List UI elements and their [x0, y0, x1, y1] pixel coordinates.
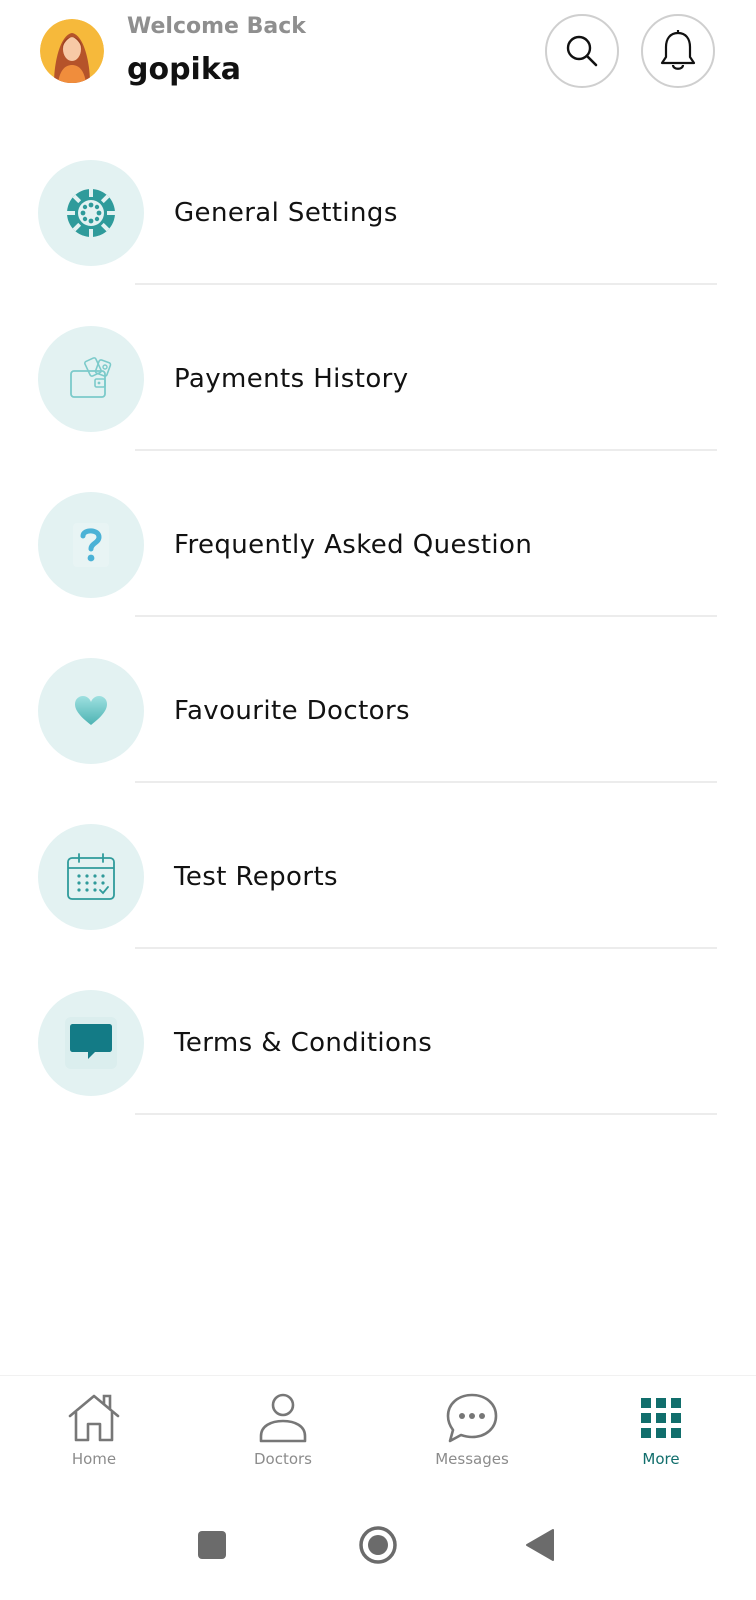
nav-label: More [642, 1450, 680, 1468]
bottom-nav: Home Doctors Messages More [0, 1375, 756, 1491]
question-icon [73, 523, 109, 567]
avatar[interactable] [40, 19, 104, 83]
nav-doctors[interactable]: Doctors [223, 1392, 343, 1478]
menu-label: General Settings [174, 198, 398, 228]
home-system-button[interactable] [354, 1515, 402, 1575]
menu-label: Payments History [174, 364, 409, 394]
menu-list: General Settings Payments History Freque… [0, 160, 756, 1156]
nav-label: Doctors [253, 1450, 312, 1468]
recent-apps-button[interactable] [192, 1515, 232, 1575]
menu-item-general-settings[interactable]: General Settings [0, 160, 756, 326]
menu-icon-container [38, 990, 144, 1096]
welcome-text: Welcome Back [127, 14, 306, 39]
search-icon [566, 35, 598, 67]
message-icon [446, 1393, 498, 1443]
calendar-icon [67, 853, 115, 900]
nav-messages[interactable]: Messages [412, 1392, 532, 1478]
menu-label: Favourite Doctors [174, 696, 411, 726]
grid-icon [641, 1398, 681, 1438]
divider [135, 947, 717, 949]
menu-item-terms-conditions[interactable]: Terms & Conditions [0, 990, 756, 1156]
menu-icon-container [38, 326, 144, 432]
menu-item-payments-history[interactable]: Payments History [0, 326, 756, 492]
home-circle-icon [359, 1526, 397, 1564]
menu-item-faq[interactable]: Frequently Asked Question [0, 492, 756, 658]
search-button[interactable] [545, 14, 619, 88]
system-nav-bar [0, 1490, 756, 1600]
home-icon [68, 1394, 120, 1442]
nav-label: Messages [435, 1450, 509, 1468]
nav-more[interactable]: More [601, 1392, 721, 1478]
menu-icon-container [38, 658, 144, 764]
menu-item-favourite-doctors[interactable]: Favourite Doctors [0, 658, 756, 824]
chat-bubble-icon [65, 1017, 117, 1069]
nav-label: Home [71, 1450, 117, 1468]
menu-label: Terms & Conditions [174, 1028, 433, 1058]
back-button[interactable] [520, 1515, 560, 1575]
divider [135, 449, 717, 451]
back-icon [526, 1529, 554, 1561]
menu-icon-container [38, 824, 144, 930]
settings-icon [67, 189, 115, 237]
menu-label: Frequently Asked Question [174, 530, 533, 560]
header: Welcome Back gopika [0, 0, 756, 110]
heart-icon [75, 696, 107, 725]
wallet-icon [70, 357, 112, 398]
nav-home[interactable]: Home [34, 1392, 154, 1478]
divider [135, 781, 717, 783]
recent-apps-icon [198, 1531, 226, 1559]
user-icon [259, 1393, 307, 1443]
menu-icon-container [38, 492, 144, 598]
bell-icon [660, 30, 696, 70]
username: gopika [127, 52, 242, 87]
menu-label: Test Reports [174, 862, 338, 892]
divider [135, 283, 717, 285]
menu-item-test-reports[interactable]: Test Reports [0, 824, 756, 990]
notification-button[interactable] [641, 14, 715, 88]
divider [135, 1113, 717, 1115]
menu-icon-container [38, 160, 144, 266]
divider [135, 615, 717, 617]
